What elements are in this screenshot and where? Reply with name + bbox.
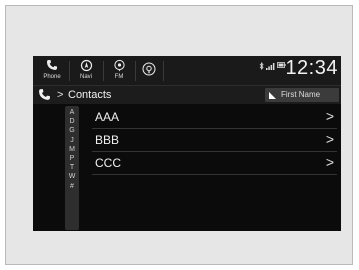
contact-row[interactable]: BBB > [92, 129, 337, 152]
phone-button[interactable]: Phone [37, 58, 67, 83]
navi-icon [80, 58, 93, 72]
alphabet-index[interactable]: A D G J M P T W # [65, 106, 79, 230]
alphabet-letter[interactable]: P [65, 154, 79, 163]
chevron-right-icon: > [325, 131, 334, 147]
divider [69, 61, 70, 81]
divider [103, 61, 104, 81]
alphabet-letter[interactable]: J [65, 136, 79, 145]
top-bar: Phone Navi FM 12:34 [33, 56, 341, 86]
carplay-button[interactable] [138, 58, 160, 83]
alphabet-letter[interactable]: # [65, 182, 79, 191]
breadcrumb-chevron-icon: > [57, 89, 64, 101]
contact-name: BBB [95, 133, 120, 147]
contact-row[interactable]: AAA > [92, 106, 337, 129]
phone-icon[interactable] [38, 88, 51, 106]
corner-triangle-icon [269, 92, 276, 99]
alphabet-letter[interactable]: A [65, 108, 79, 117]
alphabet-letter[interactable]: D [65, 117, 79, 126]
head-unit-screen: Phone Navi FM 12:34 > Contacts First Nam… [33, 56, 341, 231]
chevron-right-icon: > [325, 108, 334, 124]
contacts-header: > Contacts First Name [33, 86, 341, 104]
navi-button[interactable]: Navi [72, 58, 100, 83]
alphabet-letter[interactable]: W [65, 172, 79, 181]
contact-name: AAA [95, 110, 120, 124]
fm-radio-icon [113, 58, 126, 72]
alphabet-letter[interactable]: M [65, 145, 79, 154]
status-icons [259, 62, 286, 70]
divider [163, 61, 164, 81]
navi-button-label: Navi [79, 74, 92, 80]
alphabet-letter[interactable]: G [65, 126, 79, 135]
carplay-icon [142, 58, 156, 80]
contact-name: CCC [95, 156, 121, 170]
phone-icon [46, 58, 58, 72]
contact-row[interactable]: CCC > [92, 152, 337, 175]
clock: 12:34 [285, 57, 338, 79]
sort-order-button[interactable]: First Name [265, 88, 339, 102]
alphabet-letter[interactable]: T [65, 163, 79, 172]
signal-icon [266, 63, 275, 70]
fm-button[interactable]: FM [106, 58, 132, 83]
manual-figure-frame: Phone Navi FM 12:34 > Contacts First Nam… [5, 5, 353, 265]
bluetooth-icon [259, 62, 264, 70]
fm-button-label: FM [114, 74, 124, 80]
divider [135, 61, 136, 81]
phone-button-label: Phone [43, 74, 61, 80]
chevron-right-icon: > [325, 154, 334, 170]
page-title: Contacts [68, 89, 112, 101]
sort-order-label: First Name [281, 90, 321, 99]
